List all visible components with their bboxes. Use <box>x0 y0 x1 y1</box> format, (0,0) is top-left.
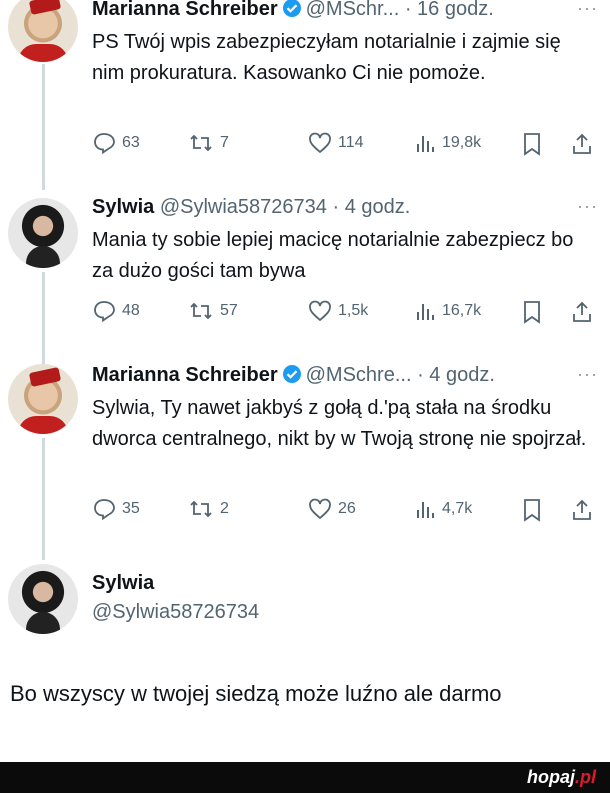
retweet-button[interactable]: 2 <box>188 498 229 520</box>
avatar[interactable] <box>8 198 78 268</box>
avatar[interactable] <box>8 364 78 434</box>
author-handle[interactable]: @MSchre... <box>306 364 412 386</box>
share-icon <box>570 300 594 324</box>
like-count: 1,5k <box>338 302 369 319</box>
thread-line <box>42 438 45 560</box>
bookmark-button[interactable] <box>522 498 542 522</box>
heart-icon <box>308 498 332 520</box>
thread-line <box>42 64 45 190</box>
reply-count: 63 <box>122 134 140 151</box>
avatar[interactable] <box>8 564 78 634</box>
more-options-icon[interactable]: ··· <box>577 364 598 385</box>
views-count: 19,8k <box>442 134 482 151</box>
reply-author-handle: @Sylwia58726734 <box>92 601 260 623</box>
action-bar: 63 7 114 19,8k <box>92 132 597 158</box>
retweet-button[interactable]: 57 <box>188 300 238 322</box>
tweet-text: Sylwia, Ty nawet jakbyś z gołą d.'pą sta… <box>92 397 587 450</box>
more-options-icon[interactable]: ··· <box>577 196 598 217</box>
views-button[interactable]: 4,7k <box>414 498 472 520</box>
reply-icon <box>92 498 116 520</box>
retweet-icon <box>188 132 214 154</box>
bookmark-icon <box>522 300 542 324</box>
share-button[interactable] <box>570 300 594 324</box>
reply-icon <box>92 132 116 154</box>
timestamp[interactable]: · 4 godz. <box>332 196 410 218</box>
bookmark-button[interactable] <box>522 300 542 324</box>
author-name[interactable]: Marianna Schreiber <box>92 364 278 386</box>
reply-button[interactable]: 63 <box>92 132 140 154</box>
share-button[interactable] <box>570 132 594 156</box>
verified-badge-icon <box>282 0 302 24</box>
views-icon <box>414 132 436 154</box>
share-icon <box>570 132 594 156</box>
dress <box>26 612 60 634</box>
tweet-text: PS Twój wpis zabezpieczyłam notarialnie … <box>92 31 561 84</box>
reply-button[interactable]: 35 <box>92 498 140 520</box>
dress <box>26 246 60 268</box>
retweet-button[interactable]: 7 <box>188 132 229 154</box>
reply-count: 35 <box>122 500 140 517</box>
author-name[interactable]: Sylwia <box>92 196 154 218</box>
site-logo: hopaj.pl <box>527 767 596 787</box>
gown <box>18 44 68 62</box>
views-count: 4,7k <box>442 500 473 517</box>
tweet-header: Sylwia @Sylwia58726734 · 4 godz. <box>92 196 410 219</box>
like-count: 114 <box>338 134 364 151</box>
reply-text: Bo wszyscy w twojej siedzą może luźno al… <box>10 681 502 706</box>
author-handle[interactable]: @Sylwia58726734 <box>160 196 327 218</box>
retweet-count: 7 <box>220 134 229 151</box>
bookmark-button[interactable] <box>522 132 542 156</box>
avatar[interactable] <box>8 0 78 62</box>
action-bar: 35 2 26 4,7k <box>92 498 597 524</box>
timestamp[interactable]: · 16 godz. <box>405 0 494 20</box>
views-icon <box>414 498 436 520</box>
more-options-icon[interactable]: ··· <box>577 0 598 19</box>
share-button[interactable] <box>570 498 594 522</box>
retweet-icon <box>188 300 214 322</box>
graduation-hat <box>28 367 62 387</box>
share-icon <box>570 498 594 522</box>
reply-count: 48 <box>122 302 140 319</box>
reply-icon <box>92 300 116 322</box>
action-bar: 48 57 1,5k 16,7k <box>92 300 597 326</box>
bookmark-icon <box>522 132 542 156</box>
like-button[interactable]: 114 <box>308 132 364 154</box>
views-button[interactable]: 16,7k <box>414 300 481 322</box>
views-icon <box>414 300 436 322</box>
views-count: 16,7k <box>442 302 482 319</box>
reply-author-name: Sylwia <box>92 572 155 594</box>
tweet-text: Mania ty sobie lepiej macicę notarialnie… <box>92 229 574 282</box>
retweet-count: 57 <box>220 302 238 319</box>
bookmark-icon <box>522 498 542 522</box>
heart-icon <box>308 300 332 322</box>
verified-badge-icon <box>282 364 302 390</box>
tweet-header: Marianna Schreiber @MSchr... · 16 godz. <box>92 0 494 24</box>
author-handle[interactable]: @MSchr... <box>306 0 400 20</box>
like-button[interactable]: 1,5k <box>308 300 368 322</box>
reply-button[interactable]: 48 <box>92 300 140 322</box>
like-count: 26 <box>338 500 356 517</box>
retweet-count: 2 <box>220 500 229 517</box>
author-name[interactable]: Marianna Schreiber <box>92 0 278 20</box>
gown <box>18 416 68 434</box>
thread-line <box>42 272 45 364</box>
like-button[interactable]: 26 <box>308 498 356 520</box>
graduation-hat <box>28 0 62 15</box>
views-button[interactable]: 19,8k <box>414 132 481 154</box>
timestamp[interactable]: · 4 godz. <box>417 364 495 386</box>
tweet-header: Marianna Schreiber @MSchre... · 4 godz. <box>92 364 495 390</box>
retweet-icon <box>188 498 214 520</box>
heart-icon <box>308 132 332 154</box>
watermark-bar: hopaj.pl <box>0 762 610 793</box>
